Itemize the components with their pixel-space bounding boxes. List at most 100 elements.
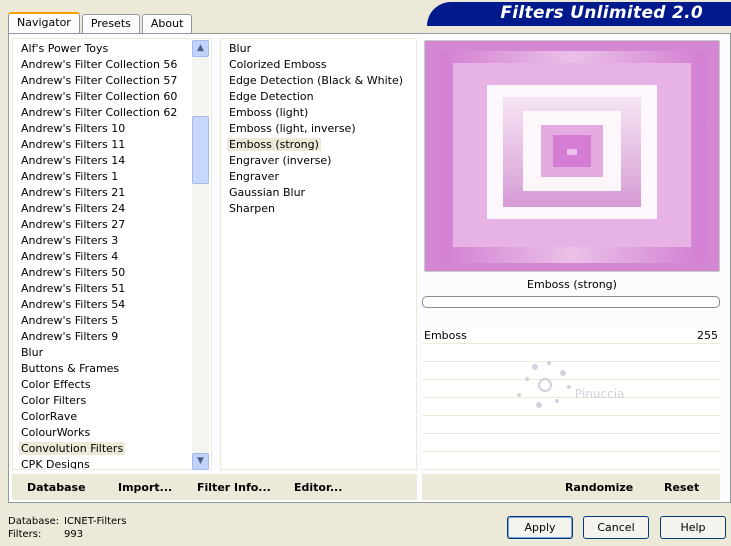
filter-item[interactable]: Engraver bbox=[221, 169, 416, 185]
apply-button[interactable]: Apply bbox=[507, 516, 573, 539]
filter-item[interactable]: Emboss (strong) bbox=[221, 137, 416, 153]
param-value: 255 bbox=[697, 329, 718, 342]
app-banner: Filters Unlimited 2.0 bbox=[427, 2, 731, 26]
database-button[interactable]: Database bbox=[27, 481, 86, 494]
category-item-label: Andrew's Filters 51 bbox=[21, 282, 126, 295]
category-item-label: Andrew's Filters 5 bbox=[21, 314, 119, 327]
param-row-emboss[interactable]: Emboss 255 bbox=[422, 328, 720, 344]
category-item[interactable]: Andrew's Filters 51 bbox=[13, 281, 211, 297]
category-item-label: Andrew's Filters 14 bbox=[21, 154, 126, 167]
category-item[interactable]: Andrew's Filters 50 bbox=[13, 265, 211, 281]
filter-item[interactable]: Emboss (light) bbox=[221, 105, 416, 121]
tab-about[interactable]: About bbox=[141, 14, 193, 34]
randomize-button[interactable]: Randomize bbox=[565, 481, 633, 494]
category-item-label: Andrew's Filters 1 bbox=[21, 170, 119, 183]
category-item[interactable]: Alf's Power Toys bbox=[13, 41, 211, 57]
category-item-label: Andrew's Filters 24 bbox=[21, 202, 126, 215]
category-item[interactable]: Andrew's Filters 11 bbox=[13, 137, 211, 153]
status-database-value: ICNET-Filters bbox=[64, 516, 127, 527]
progress-bar bbox=[422, 296, 720, 308]
filter-item[interactable]: Engraver (inverse) bbox=[221, 153, 416, 169]
filter-item[interactable]: Edge Detection bbox=[221, 89, 416, 105]
category-item[interactable]: Buttons & Frames bbox=[13, 361, 211, 377]
category-list[interactable]: Alf's Power Toys Andrew's Filter Collecti… bbox=[12, 38, 212, 470]
category-item[interactable]: Andrew's Filters 4 bbox=[13, 249, 211, 265]
filter-item[interactable]: Gaussian Blur bbox=[221, 185, 416, 201]
scroll-up-button[interactable]: ▲ bbox=[192, 40, 209, 57]
category-item[interactable]: Convolution Filters bbox=[13, 441, 211, 457]
category-item[interactable]: Andrew's Filters 3 bbox=[13, 233, 211, 249]
filter-item[interactable]: Colorized Emboss bbox=[221, 57, 416, 73]
category-item[interactable]: CPK Designs bbox=[13, 457, 211, 470]
category-item-label: Convolution Filters bbox=[19, 442, 126, 455]
watermark-text: Pinuccia bbox=[575, 387, 625, 401]
editor-button[interactable]: Editor... bbox=[294, 481, 342, 494]
category-item-label: Andrew's Filters 27 bbox=[21, 218, 126, 231]
right-button-bar: Randomize Reset bbox=[422, 474, 720, 500]
category-item[interactable]: Andrew's Filter Collection 62 bbox=[13, 105, 211, 121]
category-item-label: ColorRave bbox=[21, 410, 78, 423]
filter-item-label: Engraver (inverse) bbox=[229, 154, 332, 167]
filter-item[interactable]: Emboss (light, inverse) bbox=[221, 121, 416, 137]
category-item[interactable]: Andrew's Filters 10 bbox=[13, 121, 211, 137]
filter-item[interactable]: Edge Detection (Black & White) bbox=[221, 73, 416, 89]
category-item-label: Andrew's Filters 50 bbox=[21, 266, 126, 279]
import-button[interactable]: Import... bbox=[118, 481, 172, 494]
watermark-logo: Pinuccia bbox=[505, 355, 635, 425]
filter-info-button[interactable]: Filter Info... bbox=[197, 481, 271, 494]
category-item-label: Andrew's Filter Collection 56 bbox=[21, 58, 178, 71]
category-item[interactable]: Andrew's Filters 21 bbox=[13, 185, 211, 201]
reset-button[interactable]: Reset bbox=[664, 481, 699, 494]
scroll-thumb[interactable] bbox=[192, 116, 209, 184]
app-title: Filters Unlimited 2.0 bbox=[500, 3, 703, 23]
category-item[interactable]: Andrew's Filter Collection 60 bbox=[13, 89, 211, 105]
category-item[interactable]: ColorRave bbox=[13, 409, 211, 425]
category-item-label: Andrew's Filters 21 bbox=[21, 186, 126, 199]
tab-strip: Navigator Presets About bbox=[8, 12, 194, 34]
filter-preview bbox=[424, 40, 720, 272]
category-item[interactable]: Andrew's Filters 9 bbox=[13, 329, 211, 345]
scroll-down-button[interactable]: ▼ bbox=[192, 453, 209, 470]
category-item[interactable]: Andrew's Filters 54 bbox=[13, 297, 211, 313]
filter-item-label: Edge Detection bbox=[229, 90, 314, 103]
category-item-label: Andrew's Filters 4 bbox=[21, 250, 119, 263]
tab-navigator[interactable]: Navigator bbox=[8, 12, 80, 34]
filter-item-label: Colorized Emboss bbox=[229, 58, 327, 71]
category-item[interactable]: ColourWorks bbox=[13, 425, 211, 441]
category-item[interactable]: Andrew's Filters 27 bbox=[13, 217, 211, 233]
category-item[interactable]: Color Effects bbox=[13, 377, 211, 393]
category-item[interactable]: Andrew's Filters 5 bbox=[13, 313, 211, 329]
param-label: Emboss bbox=[424, 329, 467, 342]
param-row-empty bbox=[422, 454, 720, 470]
category-item-label: CPK Designs bbox=[21, 458, 90, 470]
category-scrollbar[interactable]: ▲ ▼ bbox=[192, 40, 209, 470]
filter-list[interactable]: Blur Colorized Emboss Edge Detection (Blac… bbox=[220, 38, 417, 470]
tab-presets[interactable]: Presets bbox=[81, 14, 140, 34]
status-database: Database: ICNET-Filters bbox=[8, 516, 127, 527]
category-item-label: Andrew's Filters 11 bbox=[21, 138, 126, 151]
filter-item-label: Blur bbox=[229, 42, 252, 55]
category-item[interactable]: Andrew's Filters 24 bbox=[13, 201, 211, 217]
filter-item[interactable]: Sharpen bbox=[221, 201, 416, 217]
category-item-label: Andrew's Filter Collection 60 bbox=[21, 90, 178, 103]
status-database-label: Database: bbox=[8, 516, 60, 527]
category-item[interactable]: Andrew's Filters 1 bbox=[13, 169, 211, 185]
category-item[interactable]: Color Filters bbox=[13, 393, 211, 409]
cancel-button[interactable]: Cancel bbox=[583, 516, 649, 539]
category-item[interactable]: Blur bbox=[13, 345, 211, 361]
category-item-label: Andrew's Filters 3 bbox=[21, 234, 119, 247]
help-button[interactable]: Help bbox=[660, 516, 726, 539]
category-item-label: Andrew's Filter Collection 62 bbox=[21, 106, 178, 119]
category-item-label: ColourWorks bbox=[21, 426, 91, 439]
category-item-label: Buttons & Frames bbox=[21, 362, 120, 375]
category-item[interactable]: Andrew's Filter Collection 57 bbox=[13, 73, 211, 89]
category-item[interactable]: Andrew's Filter Collection 56 bbox=[13, 57, 211, 73]
param-row-empty bbox=[422, 436, 720, 452]
category-item[interactable]: Andrew's Filters 14 bbox=[13, 153, 211, 169]
category-item-label: Color Filters bbox=[21, 394, 87, 407]
filter-item[interactable]: Blur bbox=[221, 41, 416, 57]
filter-item-label: Engraver bbox=[229, 170, 279, 183]
category-item-label: Alf's Power Toys bbox=[21, 42, 109, 55]
status-filters: Filters: 993 bbox=[8, 529, 83, 540]
filter-item-label: Emboss (light) bbox=[229, 106, 309, 119]
